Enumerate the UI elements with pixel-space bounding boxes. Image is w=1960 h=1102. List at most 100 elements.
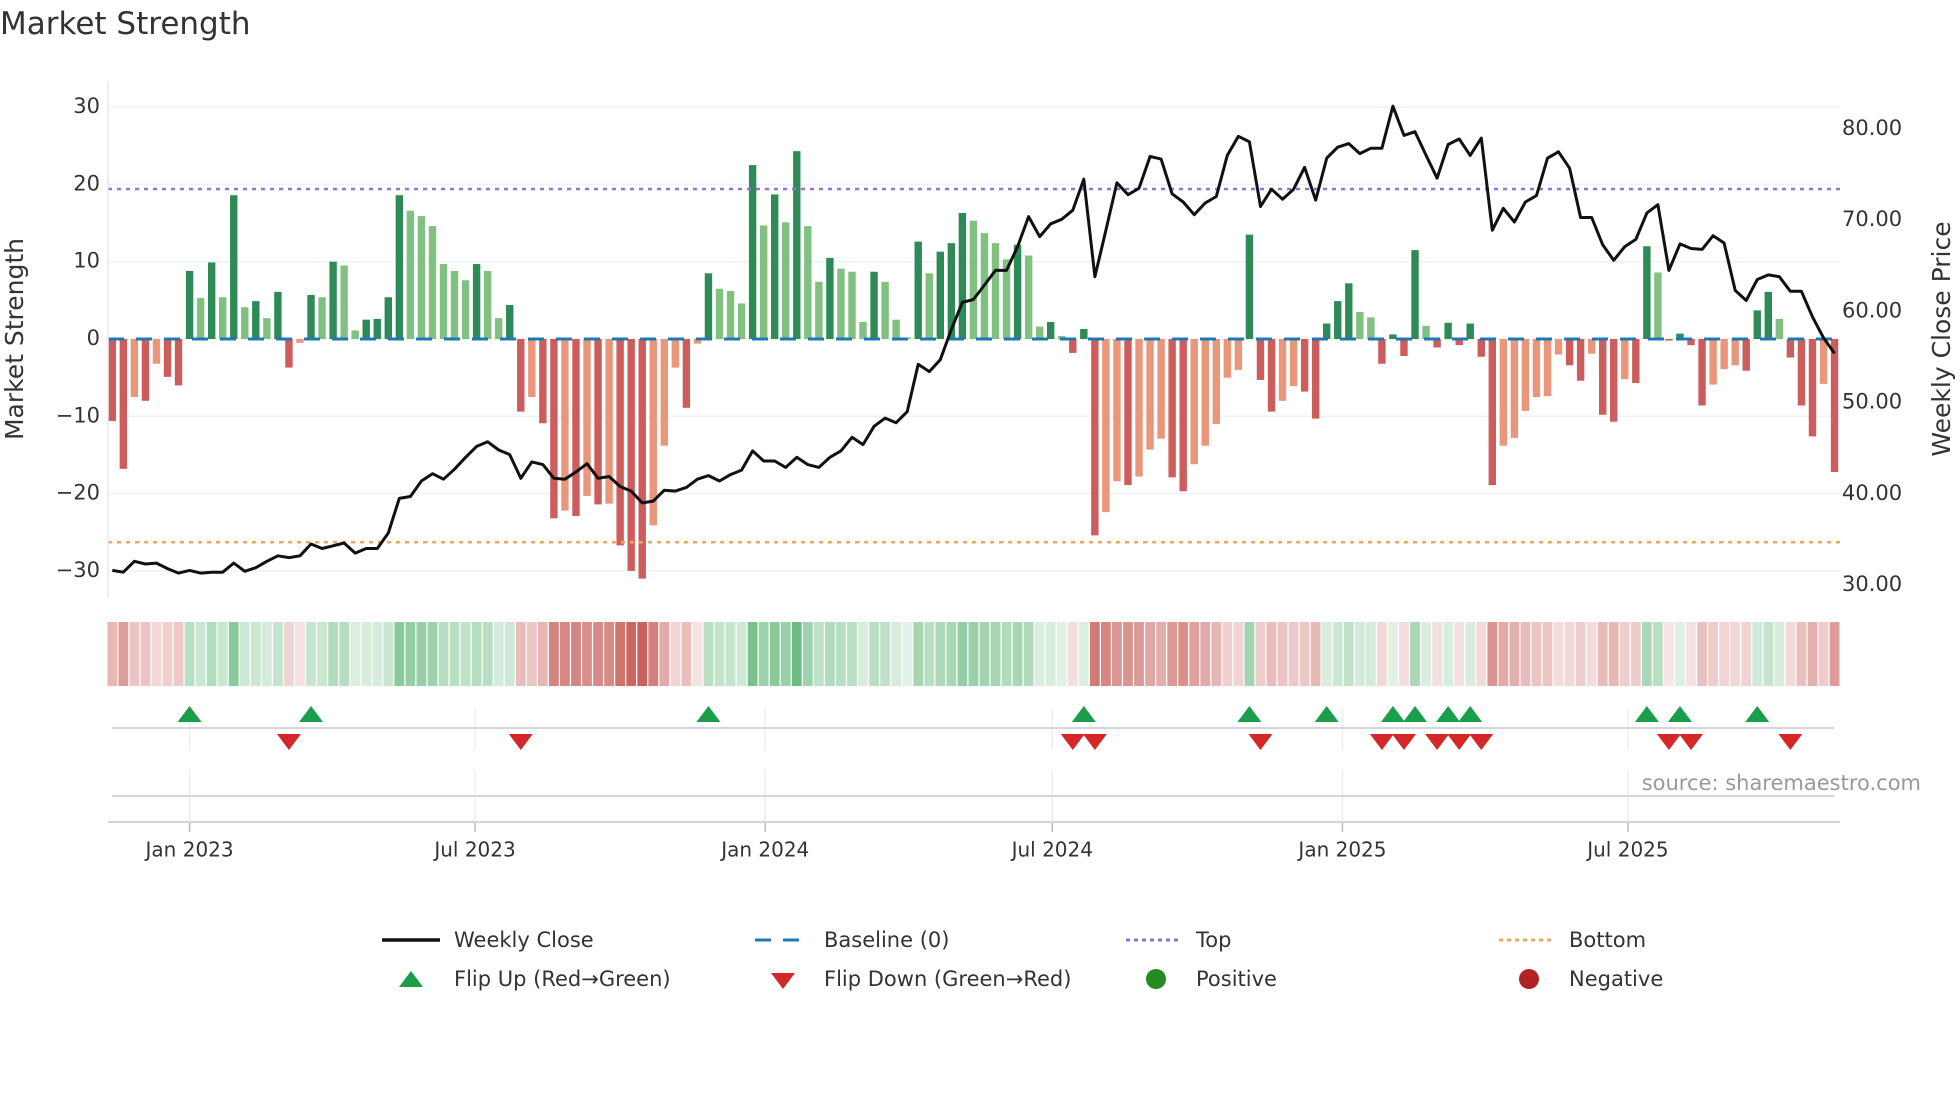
heat-cell [681,622,692,686]
heat-cell [1763,622,1774,686]
strength-bar [185,270,194,339]
strength-bar [1289,339,1298,387]
heat-cell [1741,622,1752,686]
heat-cell [239,622,250,686]
y-tick-label: −10 [56,403,100,427]
strength-bar [207,262,216,339]
strength-bar [726,291,735,339]
heat-cell [151,622,162,686]
strength-bar [1334,301,1342,339]
strength-bar [285,339,293,368]
heat-cell [1034,622,1045,686]
heat-cell [284,622,294,686]
strength-bar [1654,272,1662,339]
strength-bar [483,270,492,339]
heat-cell [328,622,338,686]
flip-down-marker [1656,734,1681,750]
y2-tick-label: 70.00 [1842,207,1902,231]
strength-bar [1278,339,1287,401]
strength-bar [1753,310,1761,339]
flip-down-marker [1391,734,1416,750]
strength-bar [1091,339,1099,536]
strength-bar [1830,339,1839,472]
heat-cell [1542,622,1553,686]
strength-bar [152,339,161,364]
heat-cell [405,622,416,686]
strength-bar [119,339,128,469]
strength-bar [196,298,205,339]
strength-bar [804,226,812,339]
heat-cell [1421,622,1431,686]
heat-cell [1332,622,1343,686]
heat-cell [1078,622,1089,686]
strength-bar [1035,326,1044,339]
strength-bar [439,264,448,339]
strength-bar [1024,255,1033,339]
heat-cell [714,622,725,686]
strength-bar [506,304,514,339]
flip-up-marker [177,706,202,722]
heat-cell [1023,622,1034,686]
strength-bar [1411,250,1419,339]
strength-bar [174,339,183,386]
heat-cell [1189,622,1200,686]
heat-cell [1752,622,1763,686]
heat-cell [526,622,537,686]
heat-cell [847,622,857,686]
strength-bar [759,225,768,339]
heat-cell [1553,622,1564,686]
flip-down-marker [276,734,301,750]
strength-bar [1698,339,1706,406]
heat-cell [1200,622,1211,686]
strength-bar [1543,339,1552,397]
strength-bar [936,251,944,339]
y-tick-label: −30 [56,558,100,582]
heat-cell [692,622,703,686]
heat-cell [769,622,780,686]
strength-bar [329,261,337,339]
heat-cell [1829,622,1840,686]
strength-bar [130,339,139,397]
heat-cell [968,622,979,686]
strength-bar [1488,339,1496,486]
heat-cell [1575,622,1586,686]
heat-cell [869,622,879,686]
strength-bar [1267,339,1276,412]
strength-bar [1212,339,1220,425]
heat-cell [1377,622,1387,686]
strength-bar [1599,339,1607,415]
strength-bar [870,271,878,339]
heat-cell [1653,622,1663,686]
strength-bar [163,339,172,377]
heat-cell [1233,622,1244,686]
heat-cell [1321,622,1332,686]
y-tick-label: 30 [73,94,100,118]
strength-bar [1632,339,1640,384]
heat-cell [1785,622,1796,686]
flip-up-marker [299,706,324,722]
strength-bar [1797,339,1806,406]
heat-cell [1465,622,1476,686]
heat-cell [1664,622,1674,686]
heat-cell [924,622,935,686]
strength-bar [362,319,370,339]
strength-bar [1521,339,1530,411]
strength-bar [406,210,415,339]
heat-cell [1520,622,1531,686]
strength-bar [450,270,459,339]
strength-bar [517,339,525,412]
heat-cell [1619,622,1630,686]
y-axis-title: Market Strength [0,238,29,440]
strength-bar [892,319,900,339]
heat-cell [184,622,195,686]
heat-cell [1686,622,1696,686]
flip-down-marker [1369,734,1394,750]
heat-cell [1476,622,1487,686]
heat-cell [471,622,482,686]
strength-bar [1510,339,1519,438]
heat-cell [1056,622,1067,686]
heat-cell [295,622,305,686]
strength-bar [1113,339,1121,482]
heat-cell [1134,622,1144,686]
heat-cell [1719,622,1730,686]
